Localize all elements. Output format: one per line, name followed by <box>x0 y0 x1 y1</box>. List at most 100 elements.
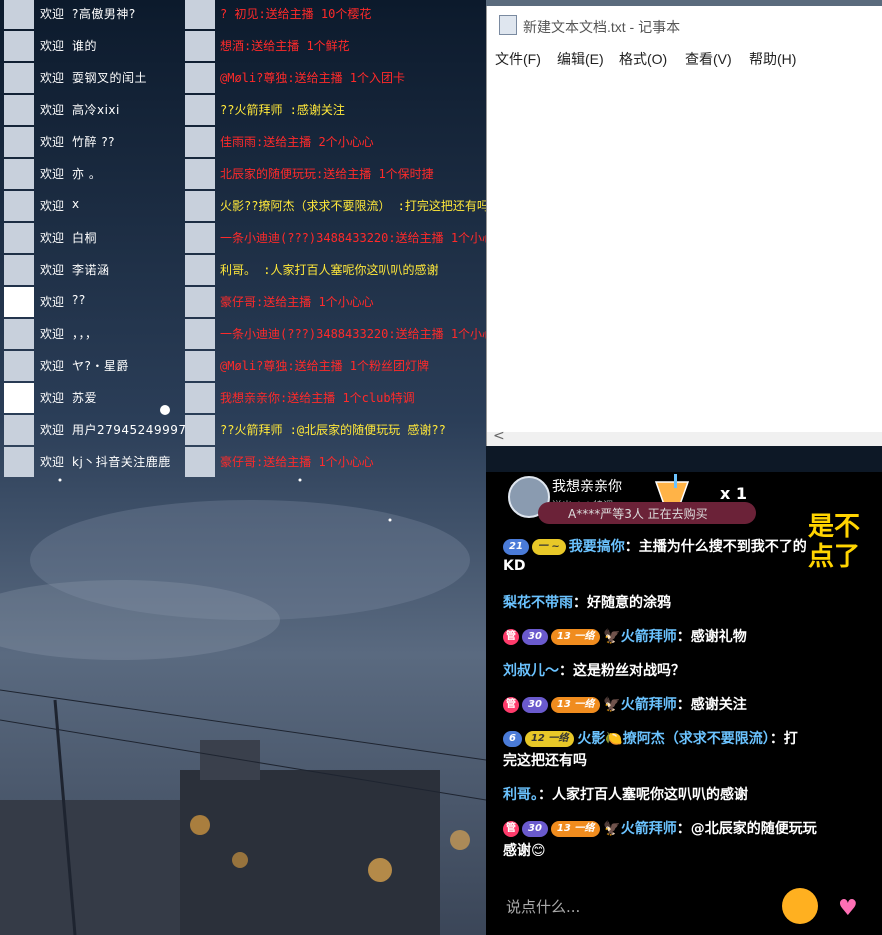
log-row: 欢迎 高冷xixi ??火箭拜师 :感谢关注 <box>0 93 486 125</box>
avatar <box>185 447 215 477</box>
menu-file[interactable]: 文件(F) <box>495 49 541 69</box>
menu-bar: 文件(F) 编辑(E) 格式(O) 查看(V) 帮助(H) <box>487 44 882 72</box>
chat-user[interactable]: 刘叔儿～ <box>503 663 559 679</box>
user-name: ?? <box>72 293 86 307</box>
chat-line: 管 30 13 一络 🦅火箭拜师：@北辰家的随便玩玩 <box>503 818 817 838</box>
chat-line: 管 30 13 一络 🦅火箭拜师：感谢关注 <box>503 694 747 714</box>
welcome-label: 欢迎 <box>40 327 65 341</box>
fan-badge: 13 一络 <box>550 697 601 713</box>
log-row: 欢迎 用户2794524999747 ??火箭拜师 :@北辰家的随便玩玩 感谢?? <box>0 413 486 445</box>
fan-badge: 13 一络 <box>550 629 601 645</box>
chat-user[interactable]: 利哥。 <box>503 787 538 803</box>
avatar <box>185 159 215 189</box>
purchase-text: A****严等3人 正在去购买 <box>568 507 708 521</box>
live-chat-panel: 我想亲亲你 送出club特调 x 1 A****严等3人 正在去购买 是不 点了… <box>486 472 882 935</box>
log-row: 欢迎 ヤ?・星爵 @Møli?尊独:送给主播 1个粉丝团灯牌 <box>0 349 486 381</box>
avatar <box>185 31 215 61</box>
chat-user[interactable]: 🦅火箭拜师 <box>603 629 676 645</box>
log-row: 欢迎?? 豪仔哥:送给主播 1个小心心 <box>0 285 486 317</box>
horizontal-scrollbar[interactable]: < <box>487 428 882 446</box>
chat-message: 一条小迪迪(???)3488433220:送给主播 1个小心心 <box>220 327 507 341</box>
avatar <box>185 351 215 381</box>
menu-format[interactable]: 格式(O) <box>619 49 667 69</box>
user-name: 谁的 <box>72 39 98 53</box>
avatar <box>185 319 215 349</box>
log-row: 欢迎 谁的 想酒:送给主播 1个鲜花 <box>0 29 486 61</box>
welcome-label: 欢迎 <box>40 167 65 181</box>
chat-user[interactable]: 🦅火箭拜师 <box>603 821 676 837</box>
avatar <box>4 223 34 253</box>
chat-line: 21 一 ~ 我要搞你：主播为什么搜不到我不了的 <box>503 536 807 556</box>
chat-text-continued: 感谢😊 <box>503 843 546 859</box>
avatar <box>4 95 34 125</box>
chat-message: 我想亲亲你:送给主播 1个club特调 <box>220 391 415 405</box>
chat-message: ??火箭拜师 :感谢关注 <box>220 103 345 117</box>
log-row: 欢迎 ?高傲男神? ? 初见:送给主播 10个樱花 <box>0 0 486 29</box>
chat-message: 一条小迪迪(???)3488433220:送给主播 1个小心心 <box>220 231 507 245</box>
welcome-label: 欢迎 <box>40 359 65 373</box>
avatar <box>185 223 215 253</box>
avatar <box>185 95 215 125</box>
chat-message: 豪仔哥:送给主播 1个小心心 <box>220 295 374 309</box>
chat-line: 6 12 一络 火影🍋撩阿杰（求求不要限流）：打 <box>503 728 798 748</box>
chat-user[interactable]: 火影🍋撩阿杰（求求不要限流） <box>577 731 769 747</box>
welcome-label: 欢迎 <box>40 103 65 117</box>
notepad-titlebar[interactable]: 新建文本文档.txt - 记事本 <box>487 6 882 44</box>
level-badge: 21 <box>503 539 529 555</box>
chat-text-continued: KD <box>503 558 526 574</box>
menu-help[interactable]: 帮助(H) <box>749 49 796 69</box>
chat-message: 佳雨雨:送给主播 2个小心心 <box>220 135 374 149</box>
gift-count: x 1 <box>720 484 748 503</box>
notepad-window[interactable]: 新建文本文档.txt - 记事本 文件(F) 编辑(E) 格式(O) 查看(V)… <box>486 6 882 446</box>
avatar <box>4 415 34 445</box>
chat-message: 北辰家的随便玩玩:送给主播 1个保时捷 <box>220 167 434 181</box>
chat-user[interactable]: 我要搞你 <box>569 539 625 555</box>
side-promo-banner[interactable]: 是不 点了 <box>808 512 882 578</box>
user-name: 白桐 <box>72 231 98 245</box>
chat-text: ：感谢礼物 <box>676 629 747 645</box>
chat-input[interactable]: 说点什么... <box>506 896 580 917</box>
chat-message: 火影??撩阿杰（求求不要限流） :打完这把还有吗 <box>220 199 489 213</box>
log-row: 欢迎 ，，， 一条小迪迪(???)3488433220:送给主播 1个小心心 <box>0 317 506 349</box>
level-badge: 30 <box>522 629 548 645</box>
user-name: 高冷xixi <box>72 103 120 117</box>
menu-view[interactable]: 查看(V) <box>685 49 732 69</box>
welcome-label: 欢迎 <box>40 423 65 437</box>
welcome-label: 欢迎 <box>40 231 65 245</box>
chat-user[interactable]: 🦅火箭拜师 <box>603 697 676 713</box>
fan-badge: 13 一络 <box>550 821 601 837</box>
level-badge: 30 <box>522 697 548 713</box>
notepad-icon <box>499 15 517 35</box>
user-name: 亦 。 <box>72 167 102 181</box>
welcome-label: 欢迎 <box>40 71 65 85</box>
chat-text: ：打 <box>769 731 798 747</box>
user-name: 耍钢叉的闰土 <box>72 71 148 85</box>
chat-text: ：这是粉丝对战吗？ <box>559 663 685 679</box>
shopping-bag-icon[interactable] <box>782 888 818 924</box>
window-title: 新建文本文档.txt - 记事本 <box>523 19 681 35</box>
heart-icon[interactable]: ♥ <box>838 896 858 921</box>
welcome-label: 欢迎 <box>40 455 65 469</box>
user-name: x <box>72 197 80 211</box>
chat-text: ：主播为什么搜不到我不了的 <box>624 539 807 555</box>
level-badge: 30 <box>522 821 548 837</box>
welcome-label: 欢迎 <box>40 39 65 53</box>
fan-badge: 12 一络 <box>524 731 575 747</box>
menu-edit[interactable]: 编辑(E) <box>557 49 604 69</box>
avatar <box>185 287 215 317</box>
chat-line: 管 30 13 一络 🦅火箭拜师：感谢礼物 <box>503 626 747 646</box>
scroll-left-icon[interactable]: < <box>493 428 505 444</box>
chat-line: 刘叔儿～：这是粉丝对战吗？ <box>503 660 685 680</box>
log-row: 欢迎 x 火影??撩阿杰（求求不要限流） :打完这把还有吗 <box>0 189 489 221</box>
chat-text: ：@北辰家的随便玩玩 <box>676 821 817 837</box>
welcome-label: 欢迎 <box>40 7 65 21</box>
avatar <box>4 127 34 157</box>
chat-line: 利哥。：人家打百人塞呢你这叭叭的感谢 <box>503 784 748 804</box>
avatar <box>185 191 215 221</box>
avatar <box>4 287 34 317</box>
log-row: 欢迎 耍钢叉的闰土 @Møli?尊独:送给主播 1个入团卡 <box>0 61 486 93</box>
chat-user[interactable]: 梨花不带雨 <box>503 595 573 611</box>
welcome-label: 欢迎 <box>40 295 65 309</box>
avatar <box>4 0 34 29</box>
user-name: ヤ?・星爵 <box>72 359 129 373</box>
